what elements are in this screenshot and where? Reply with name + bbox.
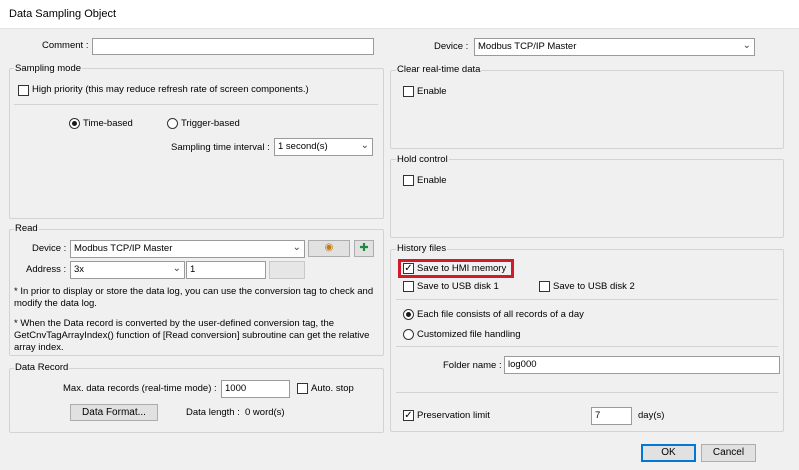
customized-radio[interactable] <box>403 329 414 340</box>
check-icon: ✓ <box>404 410 413 421</box>
tag-icon: ◉ <box>324 242 334 253</box>
trigger-based-radio[interactable] <box>167 118 178 129</box>
clear-realtime-group <box>390 70 784 149</box>
address-type-select[interactable]: 3x ⌄ <box>70 261 185 279</box>
max-records-label: Max. data records (real-time mode) : <box>63 383 217 394</box>
address-input[interactable]: 1 <box>186 261 266 279</box>
max-records-input[interactable]: 1000 <box>221 380 290 398</box>
read-device-value: Modbus TCP/IP Master <box>74 243 173 254</box>
customized-label: Customized file handling <box>417 329 521 340</box>
preservation-unit: day(s) <box>638 410 665 421</box>
trigger-based-label: Trigger-based <box>181 118 240 129</box>
each-file-radio[interactable] <box>403 309 414 320</box>
chevron-down-icon: ⌄ <box>360 140 369 151</box>
data-length-label: Data length : <box>186 407 240 418</box>
comment-input[interactable] <box>92 38 374 55</box>
clear-realtime-title: Clear real-time data <box>396 64 482 75</box>
save-usb2-checkbox[interactable] <box>539 281 550 292</box>
hold-control-enable-checkbox[interactable] <box>403 175 414 186</box>
each-file-label: Each file consists of all records of a d… <box>417 309 584 320</box>
history-divider-3 <box>396 392 778 393</box>
chevron-down-icon: ⌄ <box>292 242 301 253</box>
ok-button[interactable]: OK <box>641 444 696 462</box>
high-priority-label: High priority (this may reduce refresh r… <box>32 84 309 95</box>
device-label: Device : <box>434 41 469 52</box>
sampling-mode-title: Sampling mode <box>14 63 83 74</box>
read-device-label: Device : <box>32 243 67 254</box>
data-format-button[interactable]: Data Format... <box>70 404 158 421</box>
auto-stop-label: Auto. stop <box>311 383 354 394</box>
time-based-radio[interactable] <box>69 118 80 129</box>
device-select[interactable]: Modbus TCP/IP Master ⌄ <box>474 38 755 56</box>
folder-name-input[interactable]: log000 <box>504 356 780 374</box>
data-record-group <box>9 368 384 433</box>
folder-name-label: Folder name : <box>443 360 502 371</box>
interval-select[interactable]: 1 second(s) ⌄ <box>274 138 373 156</box>
interval-label: Sampling time interval : <box>171 142 270 153</box>
preservation-checkbox[interactable]: ✓ <box>403 410 414 421</box>
save-hmi-checkbox[interactable]: ✓ <box>403 263 414 274</box>
read-device-select[interactable]: Modbus TCP/IP Master ⌄ <box>70 240 305 258</box>
comment-label: Comment : <box>42 40 89 51</box>
address-type-value: 3x <box>74 264 85 275</box>
read-note-array-index: * When the Data record is converted by t… <box>14 318 370 353</box>
chevron-down-icon: ⌄ <box>172 263 181 274</box>
tag-library-button[interactable]: ◉ <box>308 240 350 257</box>
high-priority-checkbox[interactable] <box>18 85 29 96</box>
read-address-label: Address : <box>26 264 67 275</box>
time-based-label: Time-based <box>83 118 133 129</box>
check-icon: ✓ <box>404 263 413 274</box>
save-usb1-checkbox[interactable] <box>403 281 414 292</box>
auto-stop-checkbox[interactable] <box>297 383 308 394</box>
interval-select-value: 1 second(s) <box>278 141 328 152</box>
add-icon: ✚ <box>359 242 369 254</box>
chevron-down-icon: ⌄ <box>742 40 751 51</box>
read-note-conversion: * In prior to display or store the data … <box>14 286 374 309</box>
preservation-days-input[interactable]: 7 <box>591 407 632 425</box>
history-files-title: History files <box>396 243 448 254</box>
cancel-button[interactable]: Cancel <box>701 444 756 462</box>
address-extra-field <box>269 261 305 279</box>
clear-realtime-enable-label: Enable <box>417 86 447 97</box>
save-hmi-label: Save to HMI memory <box>417 263 507 274</box>
data-record-title: Data Record <box>14 362 70 373</box>
save-usb1-label: Save to USB disk 1 <box>417 281 499 292</box>
save-usb2-label: Save to USB disk 2 <box>553 281 635 292</box>
clear-realtime-enable-checkbox[interactable] <box>403 86 414 97</box>
preservation-label: Preservation limit <box>417 410 490 421</box>
title-bar: Data Sampling Object <box>0 0 799 29</box>
data-length-value: 0 word(s) <box>245 407 285 418</box>
sampling-divider <box>14 104 378 105</box>
read-title: Read <box>14 223 39 234</box>
window-title: Data Sampling Object <box>9 8 116 20</box>
add-tag-button[interactable]: ✚ <box>354 240 374 257</box>
history-divider-2 <box>396 346 778 347</box>
hold-control-title: Hold control <box>396 154 449 165</box>
hold-control-enable-label: Enable <box>417 175 447 186</box>
device-select-value: Modbus TCP/IP Master <box>478 41 577 52</box>
history-divider <box>396 299 778 300</box>
hold-control-group <box>390 159 784 238</box>
